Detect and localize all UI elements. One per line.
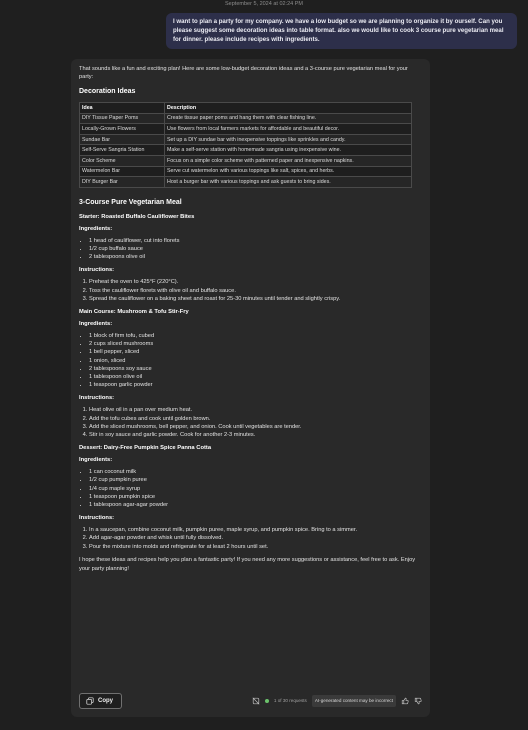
footer-right: 1 of 30 requests AI-generated content ma… xyxy=(252,695,422,707)
list-item: Add the tofu cubes and cook until golden… xyxy=(89,415,422,423)
response-intro: That sounds like a fun and exciting plan… xyxy=(79,66,408,80)
table-header-row: Idea Description xyxy=(79,102,412,114)
table-row: Color Scheme Focus on a simple color sche… xyxy=(79,154,412,167)
list-item: 1/2 cup buffalo sauce xyxy=(89,245,422,253)
list-item: Add the sliced mushrooms, bell pepper, a… xyxy=(89,423,422,431)
instructions-label: Instructions: xyxy=(79,515,115,522)
table-row: Locally-Grown Flowers Use flowers from lo… xyxy=(79,123,412,135)
table-cell-idea: Self-Serve Sangria Station xyxy=(79,144,165,156)
table-row: Self-Serve Sangria Station Make a self-se… xyxy=(79,144,412,156)
thumbs-up-icon[interactable] xyxy=(401,697,409,705)
list-item: Stir in soy sauce and garlic powder. Coo… xyxy=(89,431,422,439)
table-header-description: Description xyxy=(164,102,412,114)
instructions-label: Instructions: xyxy=(79,267,115,274)
list-item: Preheat the oven to 425°F (220°C). xyxy=(89,278,422,286)
table-cell-description: Serve cut watermelon with various toppin… xyxy=(164,165,412,178)
list-item: In a saucepan, combine coconut milk, pum… xyxy=(89,526,422,534)
table-cell-idea: Color Scheme xyxy=(79,154,165,167)
list-item: Pour the mixture into molds and refriger… xyxy=(89,543,422,551)
status-dot-icon xyxy=(264,699,269,703)
list-item: 1 tablespoon olive oil xyxy=(89,373,422,381)
ai-notice-badge: AI-generated content may be incorrect xyxy=(311,695,396,707)
list-item: 1 can coconut milk xyxy=(89,468,422,476)
list-item: 1/4 cup maple syrup xyxy=(89,485,422,493)
list-item: 1 onion, sliced xyxy=(89,357,422,365)
list-item: Add agar-agar powder and whisk until ful… xyxy=(89,534,422,542)
list-item: 1 bell pepper, sliced xyxy=(89,348,422,356)
table-cell-description: Use flowers from local farmers markets f… xyxy=(164,123,412,135)
list-item: 1 teaspoon garlic powder xyxy=(89,381,422,389)
thumbs-down-icon[interactable] xyxy=(414,697,422,705)
table-cell-idea: Watermelon Bar xyxy=(79,165,165,178)
course-title: Starter: Roasted Buffalo Cauliflower Bit… xyxy=(79,213,195,220)
list-item: Heat olive oil in a pan over medium heat… xyxy=(89,406,422,414)
copy-button[interactable]: Copy xyxy=(79,693,122,709)
course-section-main: Main Course: Mushroom & Tofu Stir-Fry In… xyxy=(79,308,422,439)
no-context-icon[interactable] xyxy=(252,697,260,705)
decoration-heading: Decoration Ideas xyxy=(79,88,136,95)
list-item: 2 tablespoons olive oil xyxy=(89,253,422,261)
message-timestamp: September 5, 2024 at 02:24 PM xyxy=(225,1,303,7)
table-cell-idea: DIY Burger Bar xyxy=(79,176,165,188)
table-cell-idea: Locally-Grown Flowers xyxy=(79,123,165,135)
list-item: Spread the cauliflower on a baking sheet… xyxy=(89,295,422,303)
user-message-bubble: I want to plan a party for my company. w… xyxy=(166,13,517,49)
table-cell-description: Focus on a simple color scheme with patt… xyxy=(164,154,412,167)
course-section-starter: Starter: Roasted Buffalo Cauliflower Bit… xyxy=(79,213,422,303)
list-item: 1 head of cauliflower, cut into florets xyxy=(89,237,422,245)
instructions-list: In a saucepan, combine coconut milk, pum… xyxy=(79,526,422,551)
instructions-list: Heat olive oil in a pan over medium heat… xyxy=(79,406,422,439)
table-cell-description: Create tissue paper poms and hang them w… xyxy=(164,112,412,125)
list-item: 2 tablespoons soy sauce xyxy=(89,365,422,373)
list-item: 1 teaspoon pumpkin spice xyxy=(89,493,422,501)
list-item: 1 tablespoon agar-agar powder xyxy=(89,501,422,509)
ingredients-list: 1 head of cauliflower, cut into florets … xyxy=(79,237,422,262)
ingredients-label: Ingredients: xyxy=(79,320,113,327)
course-title: Dessert: Dairy-Free Pumpkin Spice Panna … xyxy=(79,445,212,452)
table-cell-idea: DIY Tissue Paper Poms xyxy=(79,112,165,125)
course-title: Main Course: Mushroom & Tofu Stir-Fry xyxy=(79,308,189,315)
ingredients-list: 1 can coconut milk 1/2 cup pumpkin puree… xyxy=(79,468,422,509)
list-item: Toss the cauliflower florets with olive … xyxy=(89,287,422,295)
table-header-idea: Idea xyxy=(79,102,165,114)
table-cell-description: Set up a DIY sundae bar with inexpensive… xyxy=(164,133,412,146)
table-row: DIY Burger Bar Host a burger bar with var… xyxy=(79,176,412,188)
table-row: Sundae Bar Set up a DIY sundae bar with i… xyxy=(79,133,412,146)
table-row: DIY Tissue Paper Poms Create tissue paper… xyxy=(79,112,412,125)
list-item: 1/2 cup pumpkin puree xyxy=(89,476,422,484)
copy-icon xyxy=(86,697,94,705)
instructions-label: Instructions: xyxy=(79,395,115,402)
assistant-response-card: That sounds like a fun and exciting plan… xyxy=(71,59,430,717)
table-cell-idea: Sundae Bar xyxy=(79,133,165,146)
course-section-dessert: Dessert: Dairy-Free Pumpkin Spice Panna … xyxy=(79,444,422,551)
table-cell-description: Make a self-serve station with homemade … xyxy=(164,144,412,156)
meal-heading: 3-Course Pure Vegetarian Meal xyxy=(79,198,182,206)
copy-label: Copy xyxy=(98,698,113,704)
ingredients-label: Ingredients: xyxy=(79,225,113,232)
decoration-table: Idea Description DIY Tissue Paper Poms Cr… xyxy=(79,102,412,188)
ingredients-list: 1 block of firm tofu, cubed 2 cups slice… xyxy=(79,332,422,389)
requests-count: 1 of 30 requests xyxy=(273,698,307,703)
list-item: 2 cups sliced mushrooms xyxy=(89,340,422,348)
instructions-list: Preheat the oven to 425°F (220°C). Toss … xyxy=(79,278,422,303)
response-footer: Copy 1 of 30 requests AI-generated conte… xyxy=(79,693,422,709)
ingredients-label: Ingredients: xyxy=(79,457,113,464)
table-row: Watermelon Bar Serve cut watermelon with … xyxy=(79,165,412,178)
list-item: 1 block of firm tofu, cubed xyxy=(89,332,422,340)
response-closing: I hope these ideas and recipes help you … xyxy=(79,556,416,573)
user-message-text: I want to plan a party for my company. w… xyxy=(173,18,504,44)
table-cell-description: Host a burger bar with various toppings … xyxy=(164,176,412,188)
